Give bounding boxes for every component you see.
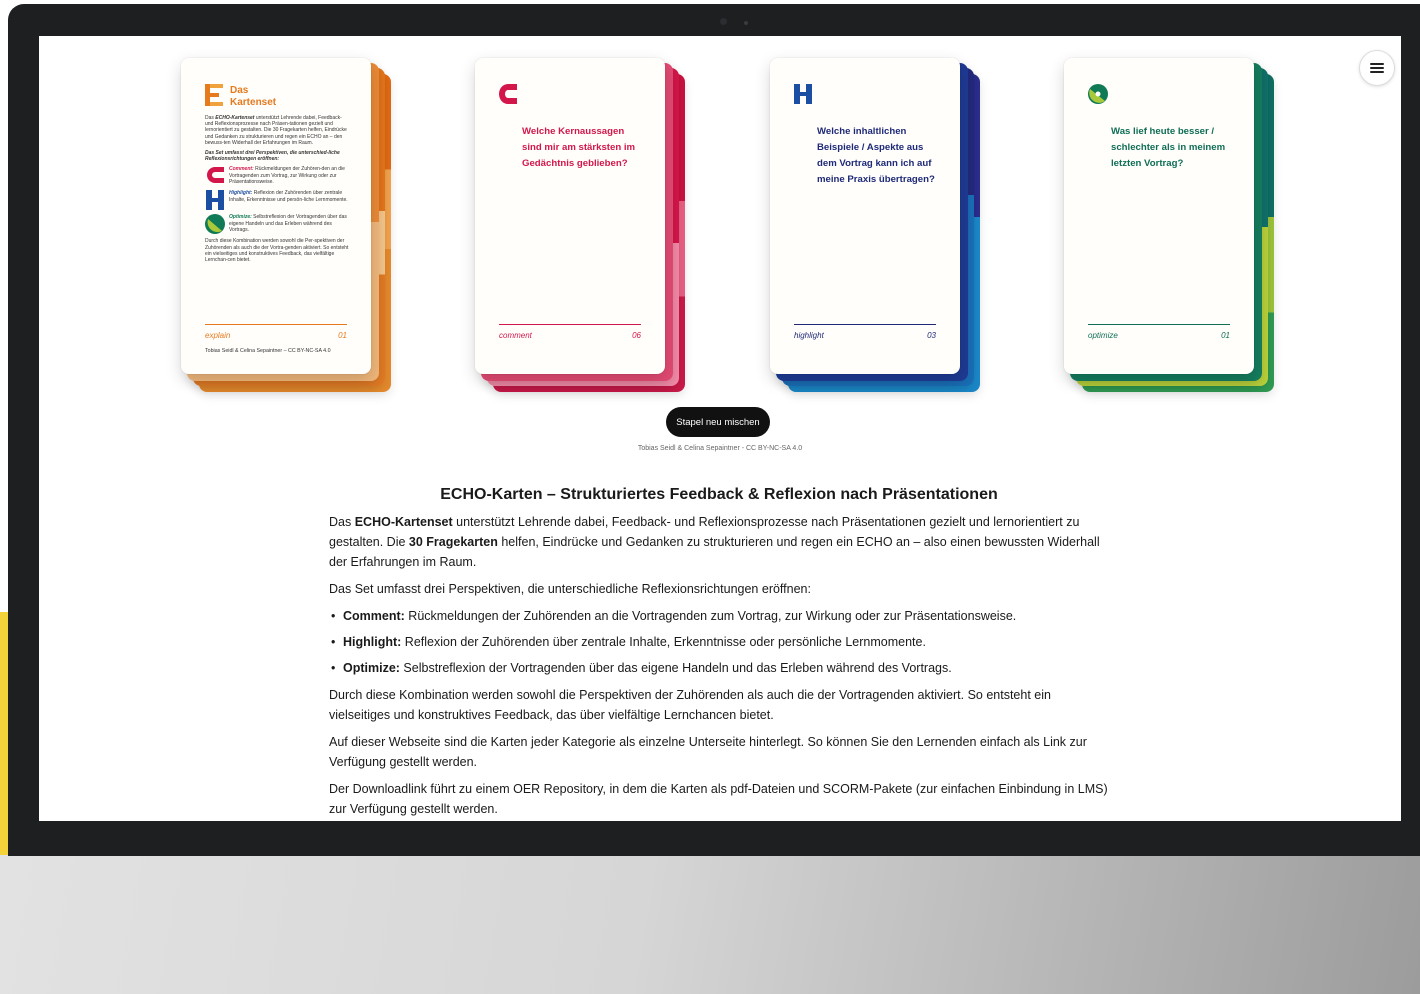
intro-card[interactable]: Das Kartenset Das ECHO-Kartenset unterst… — [181, 58, 371, 374]
license-line: Tobias Seidl & Celina Sepaintner - CC BY… — [637, 445, 803, 452]
card-category: comment — [499, 331, 532, 340]
intro-card-number: 01 — [338, 331, 347, 340]
camera-icon — [720, 18, 727, 25]
intro-title-line2: Kartenset — [230, 97, 277, 108]
card-question: Welche Kernaussagen sind mir am stärkste… — [522, 126, 636, 169]
laptop-base — [0, 855, 1420, 994]
card-number: 06 — [632, 331, 641, 340]
article-paragraph-5: Der Downloadlink führt zu einem OER Repo… — [329, 782, 1108, 816]
c-letter-icon — [207, 167, 224, 184]
intro-card-body: Das ECHO-Kartenset unterstützt Lehrende … — [205, 115, 351, 267]
deck-explain[interactable]: Das Kartenset Das ECHO-Kartenset unterst… — [181, 58, 393, 396]
card-rule — [1088, 324, 1230, 325]
card-number: 01 — [1221, 331, 1230, 340]
camera-led — [744, 21, 748, 25]
h-letter-icon — [206, 190, 224, 211]
list-item: Optimize: Selbstreflexion der Vortragend… — [329, 658, 1109, 678]
hamburger-menu-icon — [1370, 63, 1384, 73]
card-rule — [499, 324, 641, 325]
card-question: Welche inhaltlichen Beispiele / Aspekte … — [817, 126, 935, 185]
question-card-highlight[interactable]: Welche inhaltlichen Beispiele / Aspekte … — [770, 58, 960, 374]
article-heading: ECHO-Karten – Strukturiertes Feedback & … — [440, 486, 998, 503]
o-circle-icon — [205, 214, 225, 235]
list-item: Comment: Rückmeldungen der Zuhörenden an… — [329, 606, 1109, 626]
card-question: Was lief heute besser / schlechter als i… — [1111, 126, 1226, 169]
h-letter-icon — [794, 84, 812, 104]
card-category: highlight — [794, 331, 824, 340]
browser-page: Das Kartenset Das ECHO-Kartenset unterst… — [39, 36, 1401, 821]
shuffle-deck-button[interactable]: Stapel neu mischen — [666, 407, 770, 437]
article-paragraph-2: Das Set umfasst drei Perspektiven, die u… — [329, 582, 811, 596]
c-letter-icon — [499, 84, 517, 104]
article: ECHO-Karten – Strukturiertes Feedback & … — [329, 483, 1109, 821]
card-number: 03 — [927, 331, 936, 340]
intro-card-rule — [205, 324, 347, 325]
intro-paragraph-1: Das ECHO-Kartenset unterstützt Lehrende … — [205, 115, 347, 146]
intro-paragraph-2: Das Set umfasst drei Perspektiven, die u… — [205, 150, 340, 163]
question-card-comment[interactable]: Welche Kernaussagen sind mir am stärkste… — [475, 58, 665, 374]
intro-card-category: explain — [205, 331, 231, 340]
perspective-list: Comment: Rückmeldungen der Zuhörenden an… — [329, 606, 1109, 678]
list-item: Highlight: Reflexion der Zuhörenden über… — [329, 632, 1109, 652]
intro-item-comment: Comment: Rückmeldungen der Zuhören-den a… — [205, 166, 351, 186]
intro-title-line1: Das — [230, 85, 249, 96]
intro-item-optimize: Optimize: Selbstreflexion der Vortragend… — [205, 214, 351, 235]
intro-card-credit: Tobias Seidl & Celina Sepaintner – CC BY… — [205, 348, 331, 354]
intro-card-title: Das Kartenset — [230, 85, 276, 109]
menu-button[interactable] — [1359, 50, 1395, 86]
intro-paragraph-3: Durch diese Kombination werden sowohl di… — [205, 238, 349, 264]
card-category: optimize — [1088, 331, 1118, 340]
deck-optimize[interactable]: Was lief heute besser / schlechter als i… — [1064, 58, 1276, 396]
deck-comment[interactable]: Welche Kernaussagen sind mir am stärkste… — [475, 58, 687, 396]
intro-item-highlight: Highlight: Reflexion der Zuhörenden über… — [205, 190, 351, 211]
article-paragraph-1: Das ECHO-Kartenset unterstützt Lehrende … — [329, 515, 1100, 569]
deck-highlight[interactable]: Welche inhaltlichen Beispiele / Aspekte … — [770, 58, 982, 396]
card-rule — [794, 324, 936, 325]
e-letter-icon — [205, 84, 223, 106]
article-paragraph-4: Auf dieser Webseite sind die Karten jede… — [329, 735, 1087, 769]
o-circle-icon — [1088, 84, 1108, 104]
article-paragraph-3: Durch diese Kombination werden sowohl di… — [329, 688, 1051, 722]
question-card-optimize[interactable]: Was lief heute besser / schlechter als i… — [1064, 58, 1254, 374]
